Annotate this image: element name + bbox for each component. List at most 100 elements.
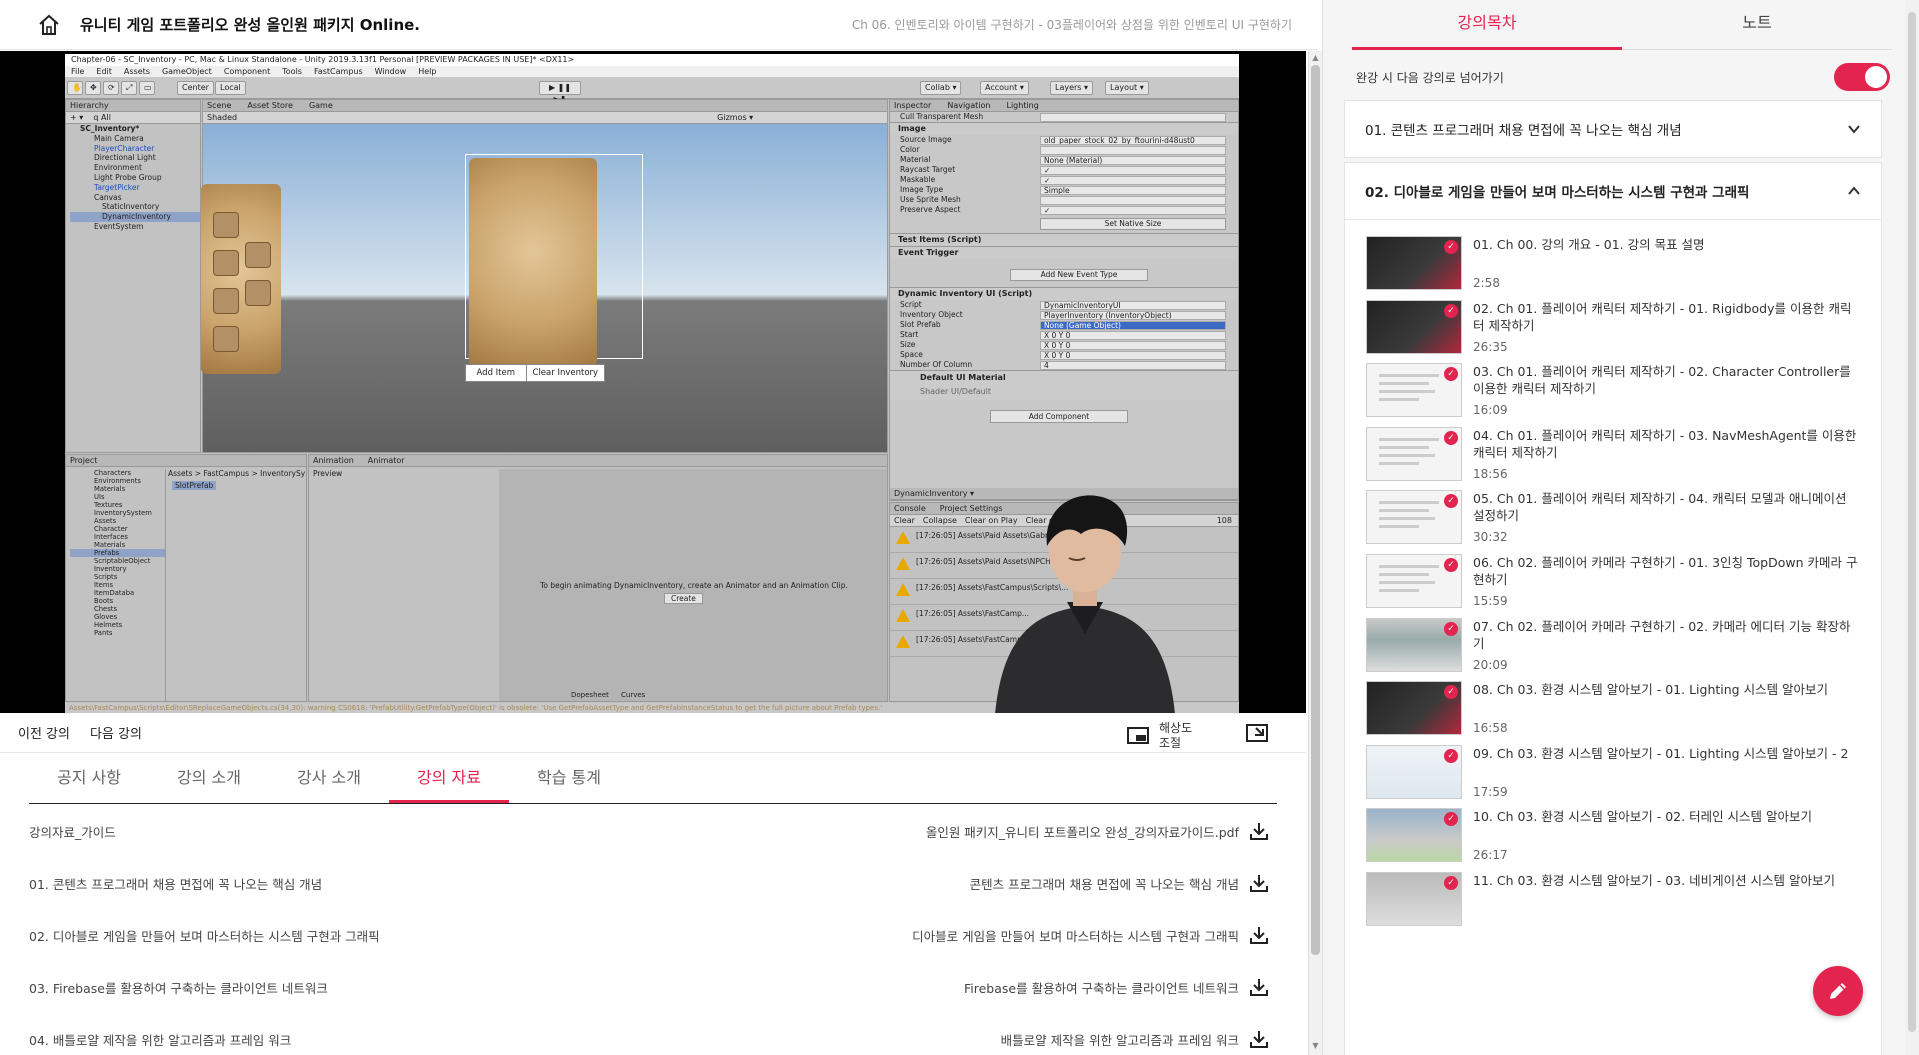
project-folder: UIs xyxy=(94,493,105,501)
inspector-row-value: None (Game Object) xyxy=(1040,320,1226,330)
lecture-item[interactable]: ✓ 09. Ch 03. 환경 시스템 알아보기 - 01. Lighting 시… xyxy=(1366,744,1866,805)
tab-materials[interactable]: 강의 자료 xyxy=(389,754,509,803)
add-item-scene-button: Add Item xyxy=(466,365,527,381)
unity-menu-item: Edit xyxy=(96,67,112,76)
tab-course-intro[interactable]: 강의 소개 xyxy=(149,754,269,803)
chevron-up-icon xyxy=(1848,186,1860,195)
lecture-item[interactable]: ✓ 01. Ch 00. 강의 개요 - 01. 강의 목표 설명 2:58 xyxy=(1366,236,1866,296)
hierarchy-item: Canvas xyxy=(94,192,122,202)
tab-notice[interactable]: 공지 사항 xyxy=(29,754,149,803)
lecture-thumbnail: ✓ xyxy=(1366,617,1462,672)
lecture-item[interactable]: ✓ 06. Ch 02. 플레이어 카메라 구현하기 - 01. 3인칭 TopD… xyxy=(1366,554,1866,614)
lecture-title: 11. Ch 03. 환경 시스템 알아보기 - 03. 네비게이션 시스템 알… xyxy=(1473,873,1836,888)
material-download-link[interactable]: 디아블로 게임을 만들어 보며 마스터하는 시스템 구현과 그래픽 xyxy=(912,925,1269,945)
warning-icon xyxy=(896,531,910,544)
project-folder: Boots xyxy=(94,597,114,605)
unity-animation-panel: Animation Animator Preview To begin anima… xyxy=(308,454,888,702)
inspector-row: Preserve Aspect ✓ xyxy=(890,205,1238,215)
unity-menu-item: Help xyxy=(418,67,437,76)
material-download-link[interactable]: 올인원 패키지_유니티 포트폴리오 완성_강의자료가이드.pdf xyxy=(926,821,1269,841)
animation-preview: Preview xyxy=(313,469,343,478)
inspector-row-value xyxy=(1040,112,1226,122)
lecture-item[interactable]: ✓ 04. Ch 01. 플레이어 캐릭터 제작하기 - 03. NavMeshA… xyxy=(1366,426,1866,487)
material-download-link[interactable]: Firebase를 활용하여 구축하는 클라이언트 네트워크 xyxy=(964,977,1269,997)
inspector-tabs: Inspector Navigation Lighting xyxy=(890,100,1238,112)
hierarchy-item: PlayerCharacter xyxy=(94,143,155,153)
lecture-duration: 26:35 xyxy=(1473,339,1508,354)
project-folder: Character xyxy=(94,525,128,533)
resolution-button[interactable]: 해상도 조절 xyxy=(1127,721,1199,751)
material-file-name: 배틀로얄 제작을 위한 알고리즘과 프레임 워크 xyxy=(1000,1032,1239,1048)
material-row: 03. Firebase를 활용하여 구축하는 클라이언트 네트워크 Fireba… xyxy=(29,961,1269,1013)
material-download-link[interactable]: 콘텐츠 프로그래머 채용 면접에 꼭 나오는 핵심 개념 xyxy=(970,873,1269,893)
inspector-row-key: Inventory Object xyxy=(900,310,963,319)
lecture-item[interactable]: ✓ 07. Ch 02. 플레이어 카메라 구현하기 - 02. 카메라 에디터 … xyxy=(1366,617,1866,678)
inspector-row-key: Image Type xyxy=(900,185,944,194)
material-download-link[interactable]: 배틀로얄 제작을 위한 알고리즘과 프레임 워크 xyxy=(1001,1029,1269,1049)
inspector-row: Size X 0 Y 0 xyxy=(890,340,1238,350)
download-icon[interactable] xyxy=(1249,1029,1269,1049)
sidebar-tabs: 강의목차 노트 xyxy=(1352,0,1892,50)
download-icon[interactable] xyxy=(1249,873,1269,893)
video-player[interactable]: Chapter-06 - SC_Inventory - PC, Mac & Li… xyxy=(0,51,1306,713)
inspector-row-value: DynamicInventoryUI xyxy=(1040,300,1226,310)
completed-check-icon: ✓ xyxy=(1444,685,1458,700)
main-scrollbar-thumb[interactable] xyxy=(1311,65,1320,955)
tab-curriculum[interactable]: 강의목차 xyxy=(1352,0,1622,50)
materials-list: 강의자료_가이드 올인원 패키지_유니티 포트폴리오 완성_강의자료가이드.pdf… xyxy=(29,805,1269,1055)
sidebar-scrollbar-thumb[interactable] xyxy=(1908,12,1916,1032)
lecture-thumbnail: ✓ xyxy=(1366,299,1462,354)
completed-check-icon: ✓ xyxy=(1444,240,1458,254)
project-folder: Scripts xyxy=(94,573,118,581)
lecture-item[interactable]: ✓ 03. Ch 01. 플레이어 캐릭터 제작하기 - 02. Characte… xyxy=(1366,363,1866,423)
lecture-item[interactable]: ✓ 08. Ch 03. 환경 시스템 알아보기 - 01. Lighting 시… xyxy=(1366,681,1866,741)
project-folder: Materials xyxy=(94,485,126,493)
download-icon[interactable] xyxy=(1249,925,1269,945)
add-event-type: Add New Event Type xyxy=(1010,269,1148,281)
lecture-item[interactable]: ✓ 02. Ch 01. 플레이어 캐릭터 제작하기 - 01. Rigidbod… xyxy=(1366,299,1866,360)
home-icon[interactable] xyxy=(36,12,62,38)
tab-stats[interactable]: 학습 통계 xyxy=(509,754,629,803)
section-02-header[interactable]: 02. 디아블로 게임을 만들어 보며 마스터하는 시스템 구현과 그래픽 xyxy=(1344,162,1882,220)
tab-instructor[interactable]: 강사 소개 xyxy=(269,754,389,803)
main-scrollbar[interactable]: ▲ ▼ xyxy=(1308,51,1322,1055)
lecture-item[interactable]: ✓ 10. Ch 03. 환경 시스템 알아보기 - 02. 터레인 시스템 알아… xyxy=(1366,808,1866,868)
note-edit-fab[interactable] xyxy=(1813,966,1863,1016)
set-native-size: Set Native Size xyxy=(1040,218,1226,230)
download-icon[interactable] xyxy=(1249,977,1269,997)
unity-menu-item: Window xyxy=(374,67,407,76)
pip-toggle-icon[interactable] xyxy=(1246,722,1268,744)
inspector-dynamic-ui-header: Dynamic Inventory UI (Script) xyxy=(890,287,1238,300)
lecture-thumbnail: ✓ xyxy=(1366,808,1462,863)
prev-lecture-link[interactable]: 이전 강의 xyxy=(18,723,70,742)
lecture-duration: 17:59 xyxy=(1473,784,1508,799)
lecture-title: 06. Ch 02. 플레이어 카메라 구현하기 - 01. 3인칭 TopDo… xyxy=(1473,555,1858,587)
inspector-row-key: Raycast Target xyxy=(900,165,956,174)
inspector-row-key: Use Sprite Mesh xyxy=(900,195,961,204)
unity-hierarchy-panel: Hierarchy + ▾ q All SC_Inventory* Main Ca… xyxy=(65,99,201,453)
lecture-duration: 26:17 xyxy=(1473,848,1508,863)
completed-check-icon: ✓ xyxy=(1444,303,1458,318)
next-lecture-link[interactable]: 다음 강의 xyxy=(90,723,142,742)
inspector-row-key: Preserve Aspect xyxy=(900,205,961,214)
animation-tabs: Animation Animator xyxy=(309,455,887,467)
material-section-title: 01. 콘텐츠 프로그래머 채용 면접에 꼭 나오는 핵심 개념 xyxy=(29,876,323,892)
section-01-header[interactable]: 01. 콘텐츠 프로그래머 채용 면접에 꼭 나오는 핵심 개념 xyxy=(1344,100,1882,158)
inspector-row-key: Color xyxy=(900,145,920,154)
inspector-row-value: X 0 Y 0 xyxy=(1040,330,1226,340)
autoplay-toggle[interactable] xyxy=(1834,63,1890,91)
download-icon[interactable] xyxy=(1249,821,1269,841)
completed-check-icon: ✓ xyxy=(1444,367,1458,382)
unity-toolbar: ✋ ✥ ⟳ ⤢ ▭ Center Local ▶ ❚❚ ▶❚ Collab ▾ … xyxy=(65,77,1239,104)
warning-icon xyxy=(896,583,910,596)
tab-notes[interactable]: 노트 xyxy=(1622,0,1892,50)
lecture-item[interactable]: ✓ 11. Ch 03. 환경 시스템 알아보기 - 03. 네비게이션 시스템 … xyxy=(1366,872,1866,932)
inspector-row: Use Sprite Mesh xyxy=(890,195,1238,205)
lecture-item[interactable]: ✓ 05. Ch 01. 플레이어 캐릭터 제작하기 - 04. 캐릭터 모델과 … xyxy=(1366,490,1866,550)
lecture-duration: 20:09 xyxy=(1473,657,1508,672)
scene-tab: Game xyxy=(308,101,333,110)
material-section-title: 03. Firebase를 활용하여 구축하는 클라이언트 네트워크 xyxy=(29,980,328,996)
inspector-row-value xyxy=(1040,145,1226,155)
unity-scene-panel: Scene Asset Store Game Shaded Gizmos ▾ Add … xyxy=(201,99,888,453)
sidebar-scrollbar[interactable] xyxy=(1905,0,1919,1055)
